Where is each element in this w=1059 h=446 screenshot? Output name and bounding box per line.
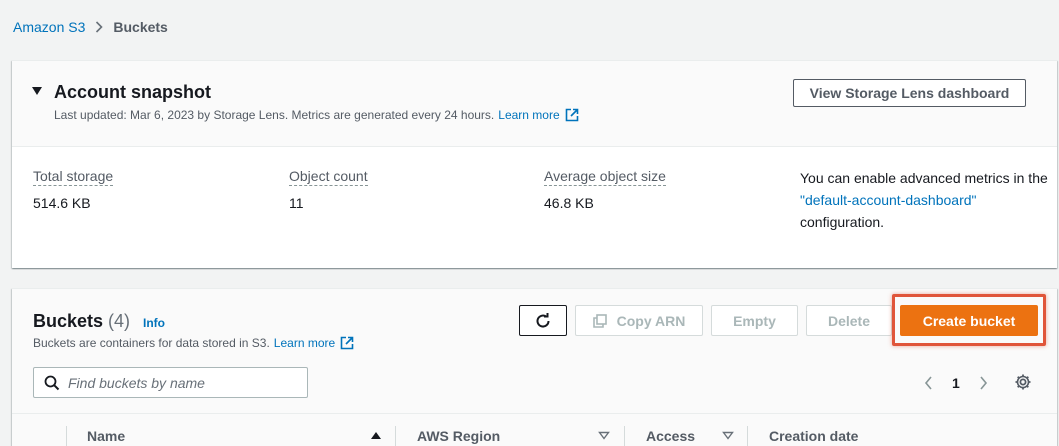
- buckets-count: (4): [108, 311, 131, 331]
- refresh-button[interactable]: [519, 305, 567, 336]
- view-storage-lens-dashboard-button[interactable]: View Storage Lens dashboard: [793, 79, 1026, 107]
- account-snapshot-title: Account snapshot: [54, 82, 212, 102]
- empty-button[interactable]: Empty: [711, 305, 798, 336]
- buckets-learn-more-link[interactable]: Learn more: [274, 336, 335, 350]
- snapshot-learn-more-link[interactable]: Learn more: [498, 108, 559, 122]
- account-snapshot-subtitle: Last updated: Mar 6, 2023 by Storage Len…: [54, 108, 579, 122]
- snapshot-metrics: Total storage 514.6 KB Object count 11 A…: [12, 147, 1057, 267]
- column-header-aws-region[interactable]: AWS Region: [417, 428, 500, 444]
- delete-button[interactable]: Delete: [806, 305, 892, 336]
- breadcrumb: Amazon S3 Buckets: [13, 17, 168, 37]
- search-input[interactable]: [68, 374, 298, 391]
- copy-icon: [592, 313, 607, 328]
- metric-object-count: Object count 11: [289, 168, 368, 211]
- breadcrumb-buckets: Buckets: [113, 19, 168, 35]
- note-text-post: configuration.: [800, 214, 885, 230]
- column-header-creation-date[interactable]: Creation date: [769, 428, 858, 444]
- metric-total-storage: Total storage 514.6 KB: [33, 168, 114, 211]
- buckets-table-header: Name AWS Region Access Creation date: [12, 413, 1057, 446]
- copy-arn-button[interactable]: Copy ARN: [575, 305, 703, 336]
- column-separator: [624, 426, 625, 446]
- default-account-dashboard-link[interactable]: "default-account-dashboard": [800, 192, 977, 208]
- chevron-right-icon[interactable]: [976, 376, 992, 390]
- note-text-pre: You can enable advanced metrics in the: [800, 170, 1048, 186]
- sort-caret-icon[interactable]: [598, 431, 610, 440]
- sort-ascending-icon[interactable]: [370, 431, 382, 440]
- settings-gear-icon[interactable]: [1014, 373, 1032, 391]
- refresh-icon: [534, 312, 552, 330]
- caret-down-icon[interactable]: [32, 87, 42, 95]
- advanced-metrics-note: You can enable advanced metrics in the "…: [800, 167, 1050, 233]
- column-separator: [395, 426, 396, 446]
- metric-value: 514.6 KB: [33, 195, 91, 211]
- sort-caret-icon[interactable]: [722, 431, 734, 440]
- chevron-right-icon: [95, 21, 104, 33]
- buckets-title: Buckets (4): [33, 311, 130, 332]
- chevron-left-icon[interactable]: [920, 376, 936, 390]
- current-page-number[interactable]: 1: [952, 375, 960, 391]
- breadcrumb-amazon-s3[interactable]: Amazon S3: [13, 19, 85, 35]
- search-icon: [44, 375, 60, 391]
- external-link-icon[interactable]: [340, 336, 354, 350]
- buckets-header: Buckets (4) Info Buckets are containers …: [12, 289, 1057, 413]
- copy-arn-label: Copy ARN: [616, 312, 686, 329]
- account-snapshot-header[interactable]: Account snapshot Last updated: Mar 6, 20…: [12, 61, 1057, 147]
- column-header-name[interactable]: Name: [87, 428, 125, 444]
- create-bucket-button[interactable]: Create bucket: [900, 305, 1038, 336]
- metric-label: Object count: [289, 168, 368, 186]
- snapshot-updated-text: Last updated: Mar 6, 2023 by Storage Len…: [54, 108, 495, 122]
- external-link-icon[interactable]: [565, 108, 579, 122]
- column-header-access[interactable]: Access: [646, 428, 695, 444]
- metric-average-object-size: Average object size 46.8 KB: [544, 168, 666, 211]
- pagination: 1: [920, 373, 992, 393]
- metric-value: 46.8 KB: [544, 195, 594, 211]
- metric-value: 11: [289, 195, 304, 211]
- bucket-search[interactable]: [33, 367, 308, 398]
- account-snapshot-panel: Account snapshot Last updated: Mar 6, 20…: [12, 60, 1057, 268]
- column-separator: [66, 426, 67, 446]
- buckets-subtitle: Buckets are containers for data stored i…: [33, 336, 354, 350]
- metric-label: Average object size: [544, 168, 666, 186]
- metric-label: Total storage: [33, 168, 114, 186]
- buckets-info-link[interactable]: Info: [143, 316, 165, 330]
- buckets-panel: Buckets (4) Info Buckets are containers …: [12, 288, 1057, 446]
- buckets-description: Buckets are containers for data stored i…: [33, 336, 270, 350]
- buckets-title-text: Buckets: [33, 311, 104, 331]
- column-separator: [747, 426, 748, 446]
